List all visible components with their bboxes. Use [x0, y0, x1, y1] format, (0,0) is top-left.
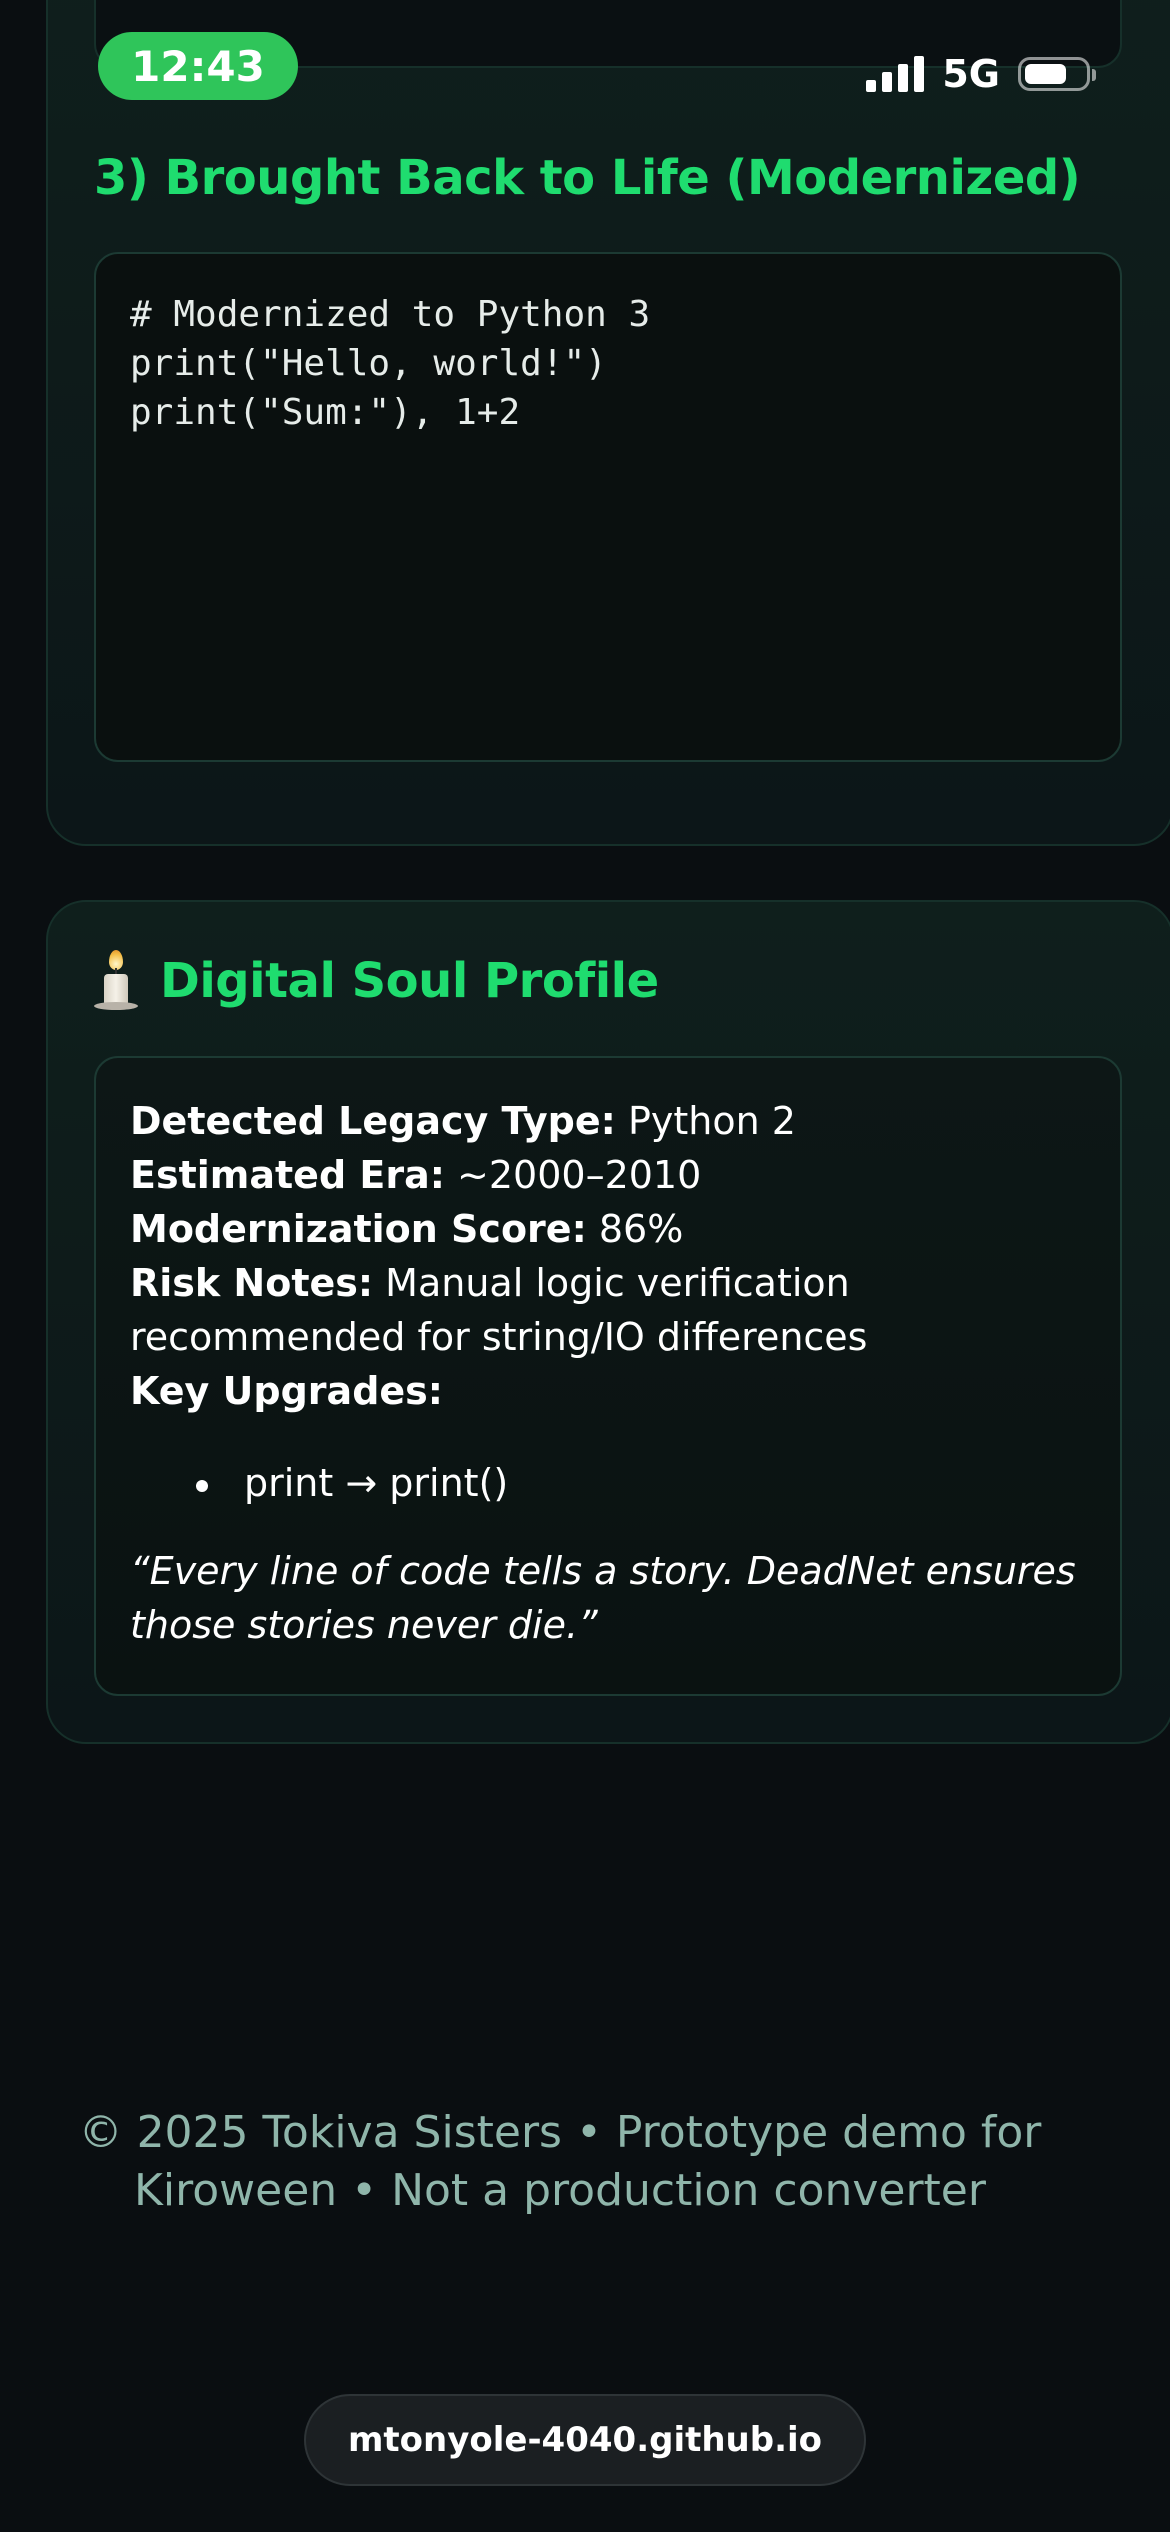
score-value: 86% [598, 1207, 684, 1251]
battery-icon [1018, 57, 1096, 91]
soul-profile-box: Detected Legacy Type: Python 2 Estimated… [94, 1056, 1122, 1696]
status-indicators: 5G [866, 52, 1096, 96]
era-label: Estimated Era: [130, 1153, 445, 1197]
footer-text: © 2025 Tokiva Sisters • Prototype demo f… [78, 2107, 1042, 2216]
era-value: ~2000–2010 [457, 1153, 702, 1197]
score-label: Modernization Score: [130, 1207, 587, 1251]
upgrades-label: Key Upgrades: [130, 1369, 443, 1413]
battery-level [1025, 64, 1066, 84]
candle-icon [94, 950, 138, 1012]
era-row: Estimated Era: ~2000–2010 [130, 1148, 1086, 1202]
risk-label: Risk Notes: [130, 1261, 374, 1305]
legacy-type-label: Detected Legacy Type: [130, 1099, 616, 1143]
status-time: 12:43 [98, 32, 298, 100]
legacy-type-row: Detected Legacy Type: Python 2 [130, 1094, 1086, 1148]
score-row: Modernization Score: 86% [130, 1202, 1086, 1256]
code-line: print("Sum:"), 1+2 [130, 392, 521, 433]
modernized-code-box[interactable]: # Modernized to Python 3 print("Hello, w… [94, 252, 1122, 762]
code-line: # Modernized to Python 3 [130, 294, 651, 335]
legacy-type-value: Python 2 [627, 1099, 796, 1143]
network-type: 5G [942, 52, 1000, 96]
risk-row: Risk Notes: Manual logic verification re… [130, 1256, 1086, 1364]
code-line: print("Hello, world!") [130, 343, 607, 384]
upgrades-list: print → print() [130, 1456, 1086, 1510]
page: 12:43 5G 3) Brought Back to Life (Modern… [0, 0, 1170, 2532]
upgrades-row: Key Upgrades: [130, 1364, 1086, 1418]
soul-profile-heading: Digital Soul Profile [94, 950, 659, 1012]
profile-quote: “Every line of code tells a story. DeadN… [130, 1549, 1076, 1647]
cellular-signal-icon [866, 56, 925, 92]
list-item: print → print() [130, 1456, 1086, 1510]
soul-profile-title: Digital Soul Profile [160, 953, 659, 1009]
modernized-title: 3) Brought Back to Life (Modernized) [94, 150, 1081, 206]
address-bar[interactable]: mtonyole-4040.github.io [304, 2394, 866, 2486]
